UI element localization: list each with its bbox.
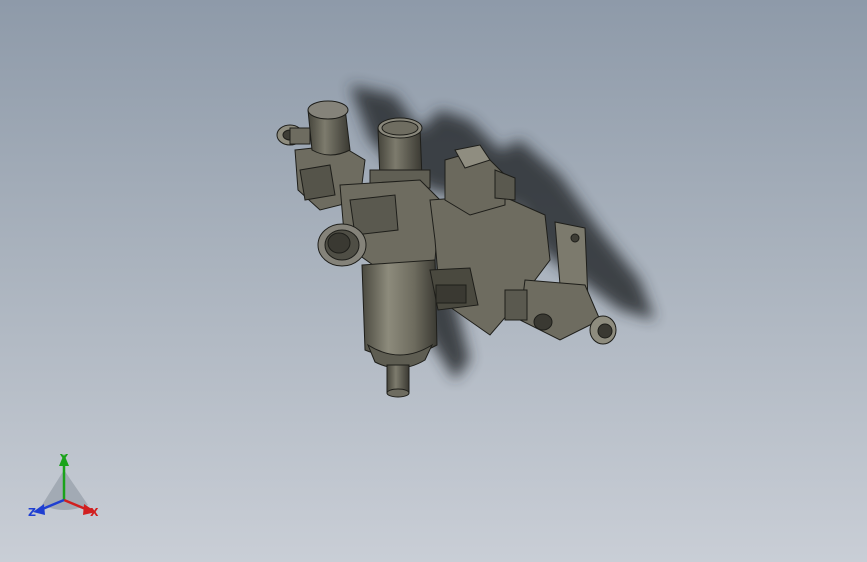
- triad-y-label: Y: [59, 452, 69, 465]
- triad-z-label: Z: [28, 506, 36, 519]
- graphics-viewport[interactable]: Y X Z: [0, 0, 867, 562]
- view-orientation-triad[interactable]: Y X Z: [28, 452, 99, 519]
- triad-x-label: X: [90, 506, 99, 519]
